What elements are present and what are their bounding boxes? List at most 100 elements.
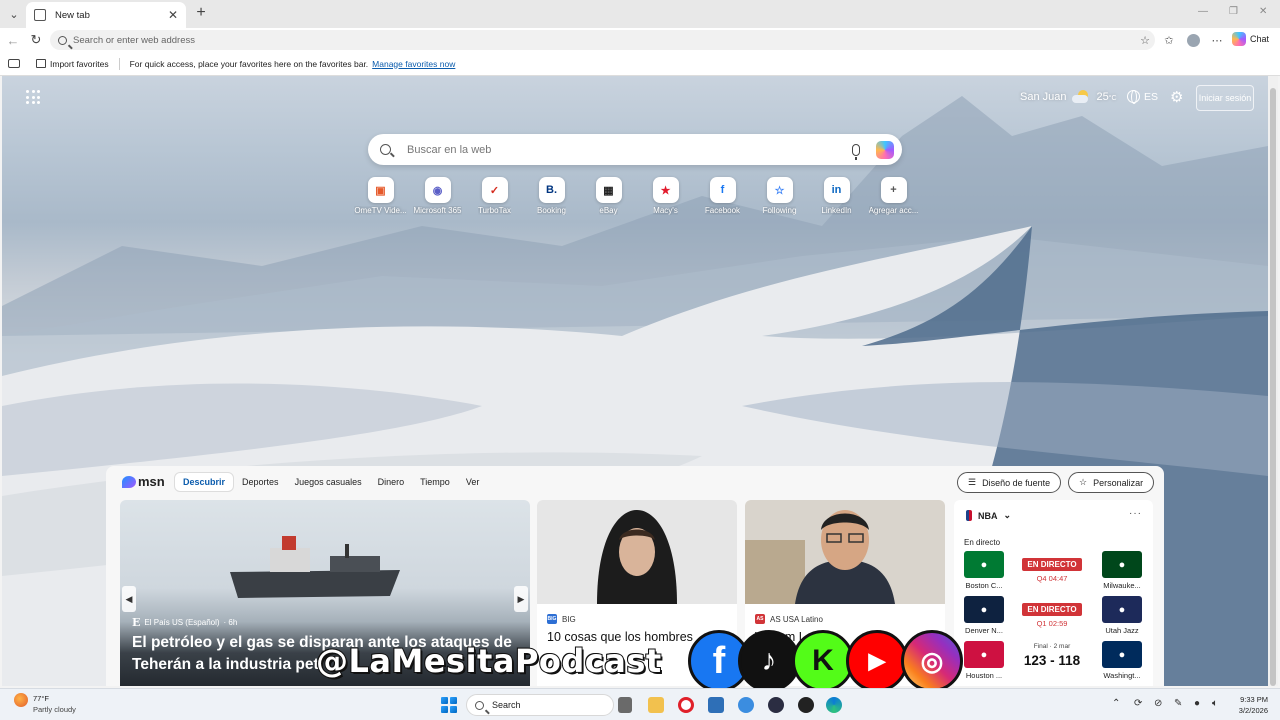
quick-link[interactable]: ☆ Following bbox=[751, 177, 808, 215]
game-final-score: 123 - 118 bbox=[1023, 653, 1081, 668]
away-team-logo-icon: ● bbox=[1102, 596, 1142, 623]
card-source-name: AS USA Latino bbox=[770, 614, 823, 624]
new-tab-page: San Juan 25°C ES ⚙ Iniciar sesión Buscar… bbox=[2, 76, 1268, 686]
sliders-icon: ☰ bbox=[968, 477, 977, 487]
carousel-next-icon[interactable]: ▶ bbox=[514, 586, 528, 612]
import-favorites-label: Import favorites bbox=[50, 58, 109, 69]
address-bar[interactable]: Search or enter web address bbox=[50, 30, 1155, 50]
partly-cloudy-icon bbox=[1072, 90, 1090, 104]
system-clock[interactable]: 9:33 PM 3/2/2026 bbox=[1232, 694, 1268, 716]
apps-launcher-icon[interactable] bbox=[26, 90, 40, 104]
web-search-box[interactable]: Buscar en la web bbox=[368, 134, 902, 165]
favorites-divider bbox=[118, 57, 120, 70]
nba-live-heading: En directo bbox=[964, 538, 1001, 547]
windows-start-icon[interactable] bbox=[441, 697, 457, 713]
feed-tab[interactable]: Deportes bbox=[234, 473, 287, 491]
nba-scores-widget: NBA ⌄ ··· En directo ● Boston C... EN DIRE… bbox=[954, 500, 1153, 686]
profile-avatar-icon[interactable] bbox=[1186, 33, 1200, 47]
quick-link[interactable]: f Facebook bbox=[694, 177, 751, 215]
microphone-icon[interactable]: ● bbox=[1194, 698, 1200, 709]
turbotax-icon: ✓ bbox=[481, 177, 508, 203]
new-tab-button[interactable]: + bbox=[192, 4, 210, 22]
edge-icon[interactable] bbox=[826, 697, 842, 713]
signin-button[interactable]: Iniciar sesión bbox=[1196, 85, 1254, 111]
carousel-prev-icon[interactable]: ◀ bbox=[122, 586, 136, 612]
home-team-name: Denver N... bbox=[965, 626, 1003, 635]
nba-game[interactable]: ● Boston C... EN DIRECTO Q4 04:47 ● Milwauke.… bbox=[964, 551, 1144, 593]
terminal-app-icon[interactable] bbox=[768, 697, 784, 713]
close-tab-icon[interactable]: ✕ bbox=[168, 8, 178, 22]
restore-window-button[interactable]: ❐ bbox=[1229, 6, 1238, 17]
app-icon[interactable] bbox=[738, 697, 754, 713]
quick-link[interactable]: ◉ Microsoft 365 bbox=[409, 177, 466, 215]
quick-link[interactable]: + Agregar acc... bbox=[865, 177, 922, 215]
pen-icon[interactable]: ✎ bbox=[1174, 698, 1182, 709]
nba-more-options-icon[interactable]: ··· bbox=[1129, 508, 1142, 519]
big-logo-icon: BIG bbox=[547, 614, 557, 624]
quick-link[interactable]: B. Booking bbox=[523, 177, 580, 215]
manage-favorites-link[interactable]: Manage favorites now bbox=[372, 59, 455, 69]
nba-game[interactable]: ● Houston ... Final · 2 mar 123 - 118 ● Washi… bbox=[964, 641, 1144, 683]
import-favorites-button[interactable]: Import favorites bbox=[36, 59, 109, 69]
quick-link-label: Following bbox=[762, 206, 797, 215]
task-view-icon[interactable] bbox=[618, 697, 632, 713]
chevron-down-icon: ⌄ bbox=[1003, 510, 1012, 520]
font-layout-button[interactable]: ☰ Diseño de fuente bbox=[957, 472, 1062, 493]
msn-logo[interactable]: msn bbox=[122, 474, 165, 489]
chat-label: Chat bbox=[1250, 34, 1270, 44]
copilot-chat-button[interactable]: Chat bbox=[1232, 32, 1269, 46]
quick-link[interactable]: ▦ eBay bbox=[580, 177, 637, 215]
taskbar-search-label: Search bbox=[492, 700, 521, 710]
nba-league-selector[interactable]: NBA ⌄ bbox=[966, 510, 1011, 521]
sync-icon[interactable]: ⟳ bbox=[1134, 698, 1142, 709]
feed-tab[interactable]: Tiempo bbox=[412, 473, 458, 491]
quick-link[interactable]: in LinkedIn bbox=[808, 177, 865, 215]
favorite-star-icon[interactable]: ☆ bbox=[1138, 33, 1152, 47]
volume-icon[interactable]: 🔈︎ bbox=[1212, 698, 1218, 709]
tray-overflow-chevron-icon[interactable]: ⌃ bbox=[1112, 698, 1120, 709]
store-icon[interactable] bbox=[708, 697, 724, 713]
page-settings-gear-icon[interactable]: ⚙ bbox=[1170, 88, 1183, 106]
scrollbar-thumb[interactable] bbox=[1270, 88, 1276, 686]
taskbar-weather-temp: 77°F bbox=[33, 694, 49, 703]
page-scrollbar[interactable] bbox=[1268, 76, 1278, 686]
tab-new-tab[interactable]: New tab ✕ bbox=[26, 2, 186, 28]
favorites-icon[interactable]: ✩ bbox=[1162, 33, 1176, 47]
feed-tabs: Descubrir Deportes Juegos casuales Dinero Ti… bbox=[174, 472, 487, 492]
network-icon[interactable]: ⊘ bbox=[1154, 698, 1162, 709]
refresh-icon[interactable]: ↻ bbox=[28, 32, 44, 48]
quick-link-label: eBay bbox=[599, 206, 618, 215]
feed-tab[interactable]: Dinero bbox=[370, 473, 413, 491]
taskbar-search-box[interactable]: Search bbox=[466, 694, 614, 716]
home-team: ● Boston C... bbox=[964, 551, 1004, 590]
feed-tab[interactable]: Descubrir bbox=[174, 472, 235, 492]
file-explorer-icon[interactable] bbox=[648, 697, 664, 713]
voice-search-mic-icon[interactable] bbox=[852, 143, 860, 160]
copilot-search-icon[interactable] bbox=[876, 140, 894, 159]
taskbar-weather-widget[interactable]: 77°F Partly cloudy bbox=[14, 693, 76, 715]
tab-actions-menu-icon[interactable]: ⌄ bbox=[4, 4, 24, 24]
feed-tab[interactable]: Juegos casuales bbox=[287, 473, 370, 491]
sidebar-toggle-icon[interactable] bbox=[8, 59, 20, 68]
microsoft-365-icon: ◉ bbox=[424, 177, 451, 203]
quick-link[interactable]: ▣ OmeTV Vide... bbox=[352, 177, 409, 215]
nba-game[interactable]: ● Denver N... EN DIRECTO Q1 02:59 ● Utah Jazz bbox=[964, 596, 1144, 638]
feed-tab[interactable]: Ver bbox=[458, 473, 488, 491]
weather-alert-icon bbox=[14, 693, 28, 707]
minimize-window-button[interactable]: — bbox=[1198, 6, 1208, 17]
man-with-glasses-image bbox=[745, 500, 945, 604]
hooded-person-image bbox=[537, 500, 737, 604]
opera-icon[interactable] bbox=[678, 697, 694, 713]
home-team-logo-icon: ● bbox=[964, 641, 1004, 668]
quick-link[interactable]: ★ Macy's bbox=[637, 177, 694, 215]
close-window-button[interactable]: ✕ bbox=[1259, 6, 1267, 17]
language-selector[interactable]: ES bbox=[1127, 90, 1158, 104]
more-options-icon[interactable]: ⋯ bbox=[1210, 33, 1224, 47]
live-status-badge: EN DIRECTO bbox=[1022, 558, 1082, 571]
back-arrow-icon[interactable]: ← bbox=[5, 32, 21, 48]
weather-widget[interactable]: San Juan 25°C bbox=[1020, 90, 1117, 104]
chrome-icon[interactable] bbox=[798, 697, 814, 713]
personalize-button[interactable]: ☆ Personalizar bbox=[1068, 472, 1155, 493]
personalize-star-icon: ☆ bbox=[1079, 477, 1088, 487]
quick-link[interactable]: ✓ TurboTax bbox=[466, 177, 523, 215]
